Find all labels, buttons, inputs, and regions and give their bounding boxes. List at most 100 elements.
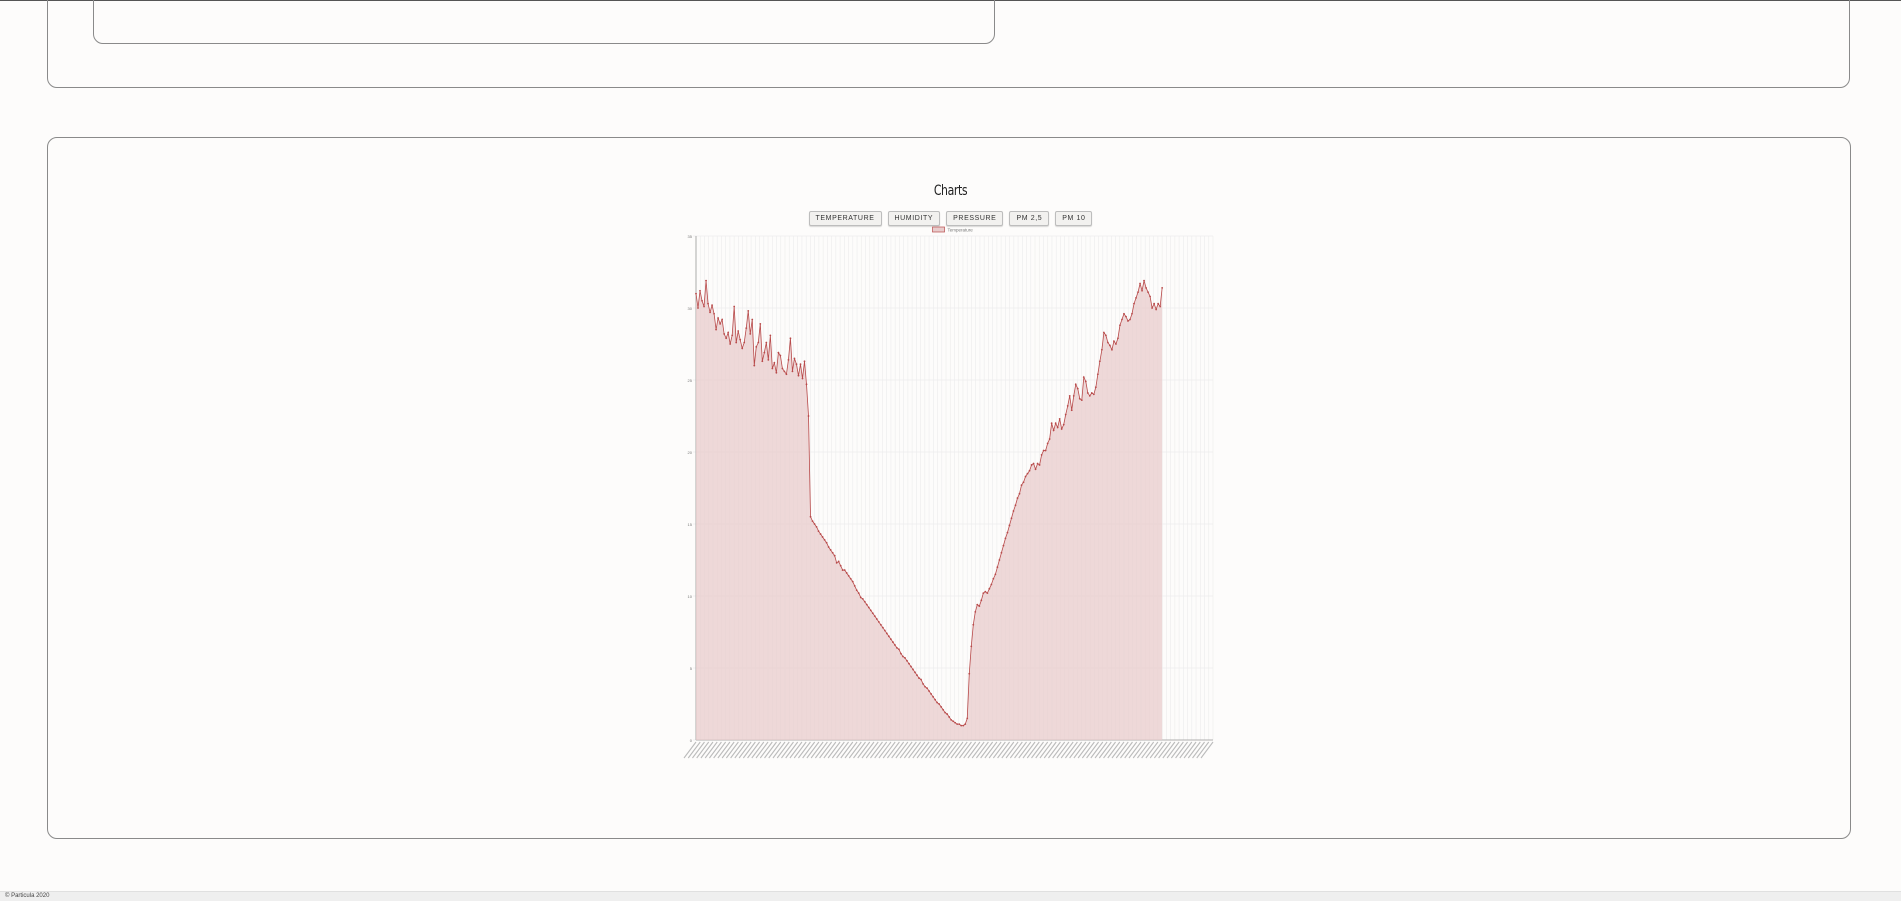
- temperature-point: [954, 721, 957, 724]
- temperature-point: [1076, 387, 1079, 390]
- temperature-point: [928, 690, 930, 692]
- temperature-point: [763, 351, 766, 354]
- temperature-point: [924, 685, 926, 688]
- temperature-point: [809, 515, 812, 518]
- footer-copyright: © Particula 2020: [5, 893, 50, 899]
- temperature-point: [883, 629, 886, 632]
- temperature-point: [1026, 472, 1029, 475]
- y-tick-label: 25: [688, 378, 693, 383]
- temperature-point: [1133, 302, 1135, 305]
- temperature-point: [833, 554, 836, 557]
- temperature-point: [1032, 462, 1035, 465]
- temperature-point: [723, 333, 726, 335]
- temperature-point: [988, 587, 991, 590]
- temperature-point: [1137, 291, 1139, 294]
- temperature-point: [1139, 282, 1141, 285]
- temperature-point: [994, 573, 997, 576]
- temperature-point: [1000, 551, 1003, 554]
- temperature-point: [938, 703, 941, 705]
- temperature-point: [1024, 475, 1027, 478]
- temperature-point: [940, 705, 943, 708]
- temperature-point: [1010, 517, 1013, 520]
- temperature-point: [958, 723, 961, 726]
- y-tick-label: 15: [688, 522, 693, 527]
- temperature-point: [1125, 315, 1127, 318]
- temperature-point: [855, 589, 858, 592]
- temperature-point: [1020, 484, 1023, 487]
- temperature-point: [715, 328, 717, 331]
- temperature-point: [837, 560, 840, 563]
- temperature-point: [972, 623, 975, 626]
- temperature-point: [904, 657, 906, 659]
- temperature-point: [1004, 537, 1007, 540]
- temperature-point: [711, 304, 713, 307]
- temperature-point: [1127, 320, 1129, 322]
- temperature-point: [1111, 348, 1113, 351]
- temperature-point: [1094, 386, 1097, 389]
- temperature-point: [849, 577, 852, 580]
- temperature-point: [934, 698, 936, 701]
- temperature-point: [1092, 393, 1095, 396]
- temperature-point: [869, 609, 872, 612]
- temperature-point: [1056, 426, 1059, 429]
- temperature-point: [821, 536, 824, 538]
- temperature-point: [1141, 289, 1143, 292]
- temperature-point: [871, 612, 874, 615]
- temperature-point: [829, 549, 832, 551]
- temperature-point: [1070, 409, 1073, 412]
- temperature-point: [1028, 469, 1031, 472]
- temperature-point: [1100, 348, 1103, 351]
- temperature-chart: 0 5 10 15 20 25 30 35 Temperature: [670, 224, 1230, 784]
- temperature-point: [1153, 302, 1156, 305]
- temperature-point: [902, 655, 904, 658]
- temperature-point: [912, 668, 914, 671]
- temperature-point: [946, 713, 949, 715]
- temperature-point: [1131, 312, 1133, 315]
- temperature-point: [898, 648, 900, 651]
- temperature-point: [1090, 392, 1093, 394]
- temperature-point: [737, 330, 740, 332]
- temperature-point: [906, 659, 908, 662]
- temperature-point: [873, 615, 876, 618]
- temperature-point: [725, 337, 728, 340]
- temperature-point: [751, 318, 754, 321]
- temperature-point: [819, 533, 822, 535]
- temperature-point: [1042, 449, 1045, 452]
- temperature-point: [885, 632, 888, 635]
- temperature-point: [1044, 449, 1047, 452]
- y-tick-label: 20: [688, 450, 693, 455]
- temperature-point: [717, 317, 719, 319]
- temperature-point: [851, 580, 854, 583]
- temperature-point: [1062, 423, 1065, 426]
- temperature-point: [914, 671, 916, 674]
- temperature-point: [783, 370, 786, 373]
- temperature-point: [791, 370, 794, 373]
- temperature-point: [998, 559, 1001, 561]
- temperature-point: [841, 569, 844, 571]
- temperature-point: [749, 333, 752, 335]
- temperature-point: [982, 592, 985, 595]
- temperature-point: [1143, 279, 1145, 282]
- temperature-point: [1034, 468, 1037, 471]
- temperature-point: [930, 693, 932, 695]
- temperature-point: [1064, 413, 1067, 416]
- temperature-point: [887, 635, 890, 638]
- temperature-point: [797, 374, 800, 377]
- temperature-point: [777, 351, 780, 354]
- temperature-point: [1147, 291, 1149, 294]
- temperature-point: [1022, 481, 1025, 484]
- temperature-point: [978, 605, 981, 607]
- temperature-point: [831, 551, 834, 554]
- temperature-point: [753, 364, 756, 367]
- temperature-point: [779, 354, 782, 357]
- temperature-point: [773, 361, 776, 364]
- temperature-point: [781, 367, 784, 370]
- temperature-point: [853, 585, 856, 587]
- temperature-point: [1080, 399, 1083, 402]
- temperature-point: [1082, 376, 1085, 379]
- temperature-point: [1117, 337, 1119, 340]
- temperature-point: [709, 311, 711, 314]
- temperature-point: [769, 334, 772, 337]
- temperature-point: [942, 708, 945, 711]
- temperature-point: [1096, 373, 1099, 376]
